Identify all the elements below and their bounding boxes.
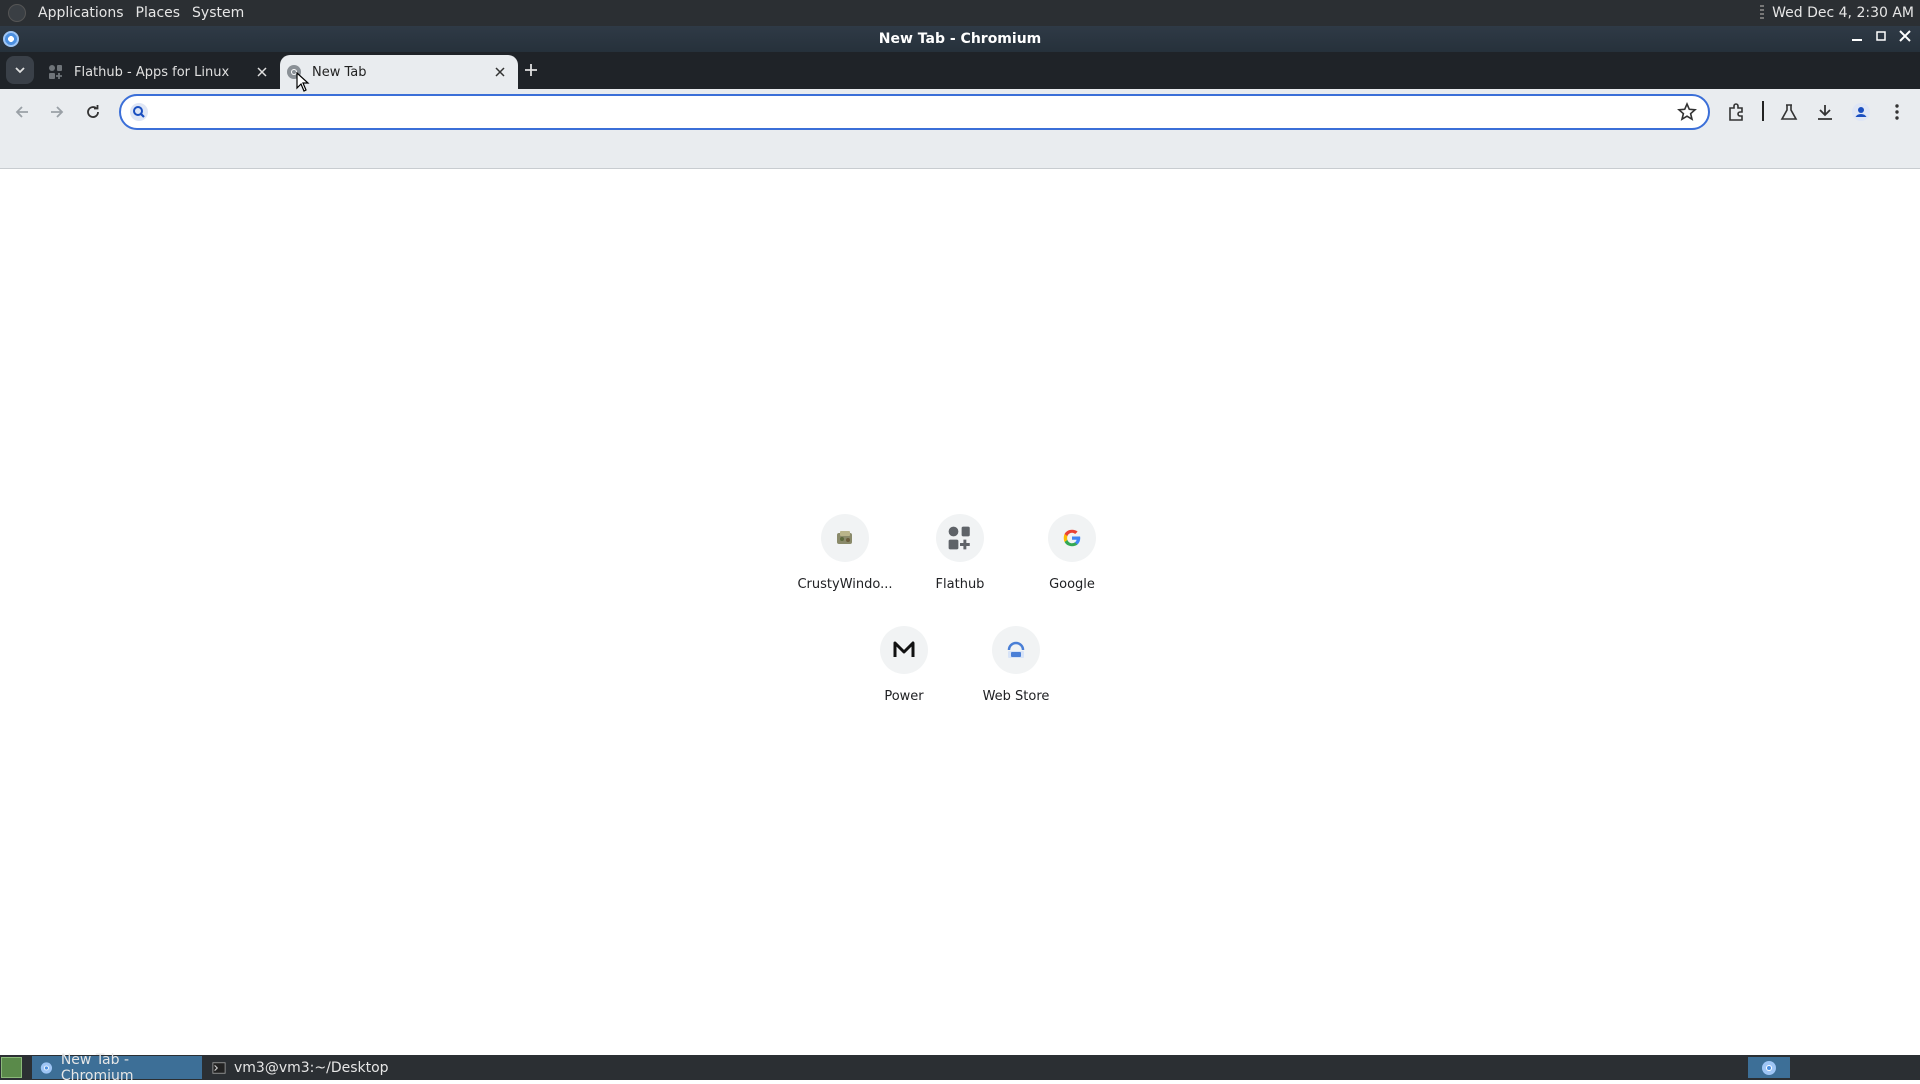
taskbar-item-label: New Tab - Chromium	[60, 1051, 134, 1084]
chromium-icon	[40, 1061, 53, 1074]
search-icon	[130, 103, 148, 121]
flathub-icon	[49, 65, 62, 79]
tab-new-tab[interactable]: New Tab	[280, 55, 518, 89]
maximize-button[interactable]	[1872, 29, 1890, 47]
power-icon	[893, 641, 915, 657]
close-window-button[interactable]	[1896, 29, 1914, 47]
mouse-cursor-icon	[296, 72, 310, 92]
close-icon	[257, 67, 267, 77]
shortcut-power[interactable]: Power	[848, 626, 960, 704]
puzzle-icon	[1729, 103, 1743, 121]
tab-close-button[interactable]	[490, 62, 510, 82]
flask-icon	[1780, 104, 1798, 120]
download-icon	[1818, 105, 1832, 120]
close-icon	[495, 67, 505, 77]
show-desktop-icon[interactable]	[1, 1057, 22, 1078]
kebab-menu-icon	[1895, 104, 1899, 120]
web-store-icon	[1007, 641, 1025, 658]
bottom-taskbar: New Tab - Chromium vm3@vm3:~/Desktop	[0, 1052, 1920, 1084]
close-icon	[1899, 30, 1911, 42]
tab-search-button[interactable]	[6, 56, 34, 84]
google-icon	[1063, 529, 1081, 547]
forward-button[interactable]	[42, 97, 72, 127]
back-button[interactable]	[7, 97, 37, 127]
new-tab-button[interactable]	[520, 59, 542, 81]
window-title: New Tab - Chromium	[878, 31, 1042, 47]
menu-button[interactable]	[1883, 98, 1911, 126]
maximize-icon	[1876, 31, 1886, 41]
applications-menu[interactable]: Applications	[32, 5, 130, 21]
shortcut-web-store[interactable]: Web Store	[960, 626, 1072, 704]
workspace-switcher[interactable]	[1748, 1057, 1790, 1078]
terminal-icon	[212, 1061, 226, 1074]
tab-close-button[interactable]	[252, 62, 272, 82]
taskbar-item-label: vm3@vm3:~/Desktop	[234, 1059, 389, 1076]
shortcut-label: Power	[884, 689, 924, 704]
system-menu[interactable]: System	[186, 5, 250, 21]
downloads-button[interactable]	[1811, 98, 1839, 126]
chromium-icon	[1762, 1060, 1776, 1075]
bookmark-star-icon[interactable]	[1676, 101, 1698, 123]
arrow-left-icon	[15, 106, 28, 118]
chevron-down-icon	[15, 67, 25, 74]
clock[interactable]: Wed Dec 4, 2:30 AM	[1772, 5, 1920, 21]
taskbar-item-terminal[interactable]: vm3@vm3:~/Desktop	[204, 1056, 404, 1079]
toolbar-divider	[1762, 101, 1764, 121]
shortcut-tile	[936, 514, 984, 562]
shortcut-label: CrustyWindo...	[797, 577, 893, 592]
distro-logo-icon[interactable]	[8, 4, 26, 22]
extensions-button[interactable]	[1722, 98, 1750, 126]
tab-label: New Tab	[312, 64, 367, 80]
shortcut-tile	[880, 626, 928, 674]
tab-label: Flathub - Apps for Linux	[74, 64, 230, 80]
omnibox-input[interactable]	[157, 100, 1657, 124]
profile-button[interactable]	[1847, 98, 1875, 126]
shortcut-google[interactable]: Google	[1016, 514, 1128, 592]
browser-toolbar	[0, 89, 1920, 169]
minimize-button[interactable]	[1848, 29, 1866, 47]
reload-button[interactable]	[78, 97, 108, 127]
top-panel: Applications Places System Wed Dec 4, 2:…	[0, 0, 1920, 26]
shortcut-flathub[interactable]: Flathub	[904, 514, 1016, 592]
tab-flathub[interactable]: Flathub - Apps for Linux	[42, 55, 280, 89]
taskbar-item-chromium[interactable]: New Tab - Chromium	[32, 1052, 202, 1084]
address-bar[interactable]	[119, 94, 1710, 130]
shortcut-label: Flathub	[935, 577, 985, 592]
shortcut-tile	[821, 514, 869, 562]
labs-button[interactable]	[1775, 98, 1803, 126]
shortcut-label: Google	[1049, 577, 1095, 592]
crustywindows-icon	[837, 531, 852, 544]
minimize-icon	[1852, 39, 1862, 41]
flathub-icon	[948, 526, 970, 550]
panel-handle	[1760, 5, 1765, 21]
reload-icon	[87, 105, 99, 118]
avatar-icon	[1852, 103, 1870, 121]
shortcut-tile	[992, 626, 1040, 674]
shortcut-label: Web Store	[982, 689, 1050, 704]
shortcut-tile	[1048, 514, 1096, 562]
arrow-right-icon	[51, 106, 64, 118]
shortcut-crustywindows[interactable]: CrustyWindo...	[789, 514, 901, 592]
tab-strip: Flathub - Apps for Linux New Tab	[0, 52, 1920, 89]
places-menu[interactable]: Places	[130, 5, 187, 21]
plus-icon	[525, 64, 537, 76]
window-titlebar[interactable]: New Tab - Chromium	[0, 26, 1920, 52]
